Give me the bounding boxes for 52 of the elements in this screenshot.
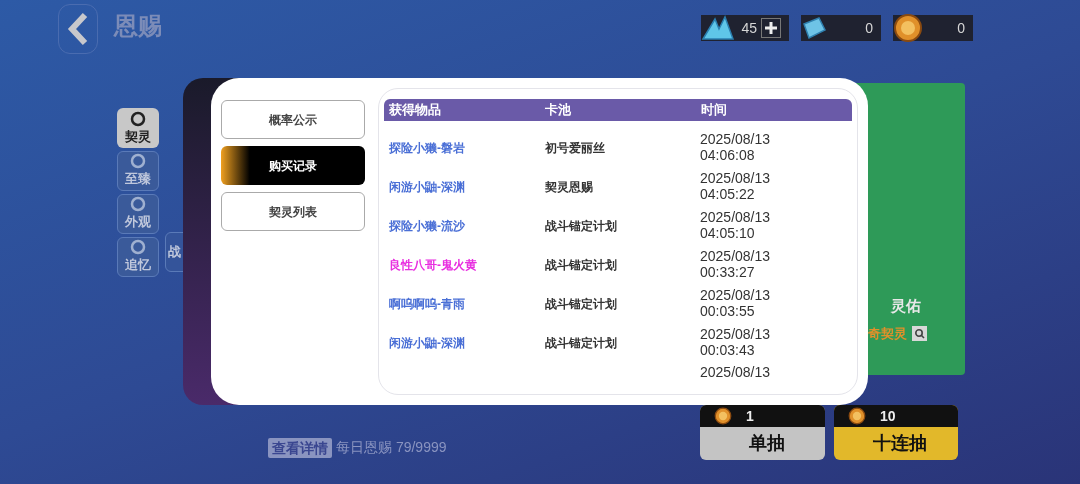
menu-button[interactable]: 契灵列表: [221, 192, 365, 231]
pool-cell: 战斗锚定计划: [545, 335, 617, 350]
draw-label: 十连抽: [872, 432, 928, 455]
draw-button[interactable]: 1 单抽: [700, 405, 825, 460]
currency-amount: 0: [957, 18, 965, 38]
column-heading: 卡池: [545, 101, 572, 120]
pool-cell: 初号爱丽丝: [545, 140, 605, 155]
currency-amount: 45: [741, 18, 757, 38]
item-cell: 良性八哥-鬼火黄: [389, 257, 477, 272]
item-cell: 啊呜啊呜-青雨: [389, 296, 465, 311]
daily-counter: 每日恩赐 79/9999: [336, 438, 447, 457]
currency-amount: 0: [865, 18, 873, 38]
draw-button[interactable]: 10 十连抽: [834, 405, 958, 460]
side-tab[interactable]: 至臻: [117, 151, 159, 191]
column-heading: 获得物品: [389, 101, 442, 120]
draw-cost: 1: [746, 406, 754, 426]
card-label: 战: [167, 243, 181, 262]
time-cell: 2025/08/13 04:06:08: [700, 130, 771, 163]
coin-icon: [848, 407, 866, 425]
draw-cost: 10: [880, 406, 896, 426]
item-cell: 探险小獭-流沙: [389, 218, 465, 233]
item-cell: 闲游小鼬-深渊: [389, 179, 465, 194]
coin-icon: [893, 13, 923, 43]
time-cell: 2025/08/13: [700, 364, 771, 380]
item-cell: 闲游小鼬-深渊: [389, 335, 465, 350]
item-cell: 探险小獭-磐岩: [389, 140, 465, 155]
coin-icon: [714, 407, 732, 425]
time-cell: 2025/08/13 04:05:10: [700, 208, 771, 241]
menu-button[interactable]: 概率公示: [221, 100, 365, 139]
pool-cell: 战斗锚定计划: [545, 257, 617, 272]
side-tab[interactable]: 外观: [117, 194, 159, 234]
side-tab[interactable]: 追忆: [117, 237, 159, 277]
plus-icon: [764, 21, 778, 35]
add-button[interactable]: [761, 18, 781, 38]
back-button[interactable]: [58, 4, 98, 54]
search-icon: [914, 327, 925, 339]
chevron-left-icon: [67, 12, 89, 46]
time-cell: 2025/08/13 00:33:27: [700, 247, 771, 280]
pool-cell: 战斗锚定计划: [545, 218, 617, 233]
time-cell: 2025/08/13 00:03:55: [700, 286, 771, 319]
character-name: 灵佑: [891, 296, 921, 316]
page-title: 恩赐: [114, 11, 162, 41]
pool-cell: 契灵恩赐: [545, 179, 593, 194]
rarity-tag: 奇契灵: [868, 323, 907, 343]
menu-button[interactable]: 购买记录: [221, 146, 365, 185]
time-cell: 2025/08/13 04:05:22: [700, 169, 771, 202]
column-heading: 时间: [701, 101, 727, 120]
pool-cell: 战斗锚定计划: [545, 296, 617, 311]
draw-label: 单抽: [747, 432, 786, 455]
search-button[interactable]: [912, 325, 927, 341]
time-cell: 2025/08/13 00:03:43: [700, 325, 771, 358]
side-tab[interactable]: 契灵: [117, 108, 159, 148]
